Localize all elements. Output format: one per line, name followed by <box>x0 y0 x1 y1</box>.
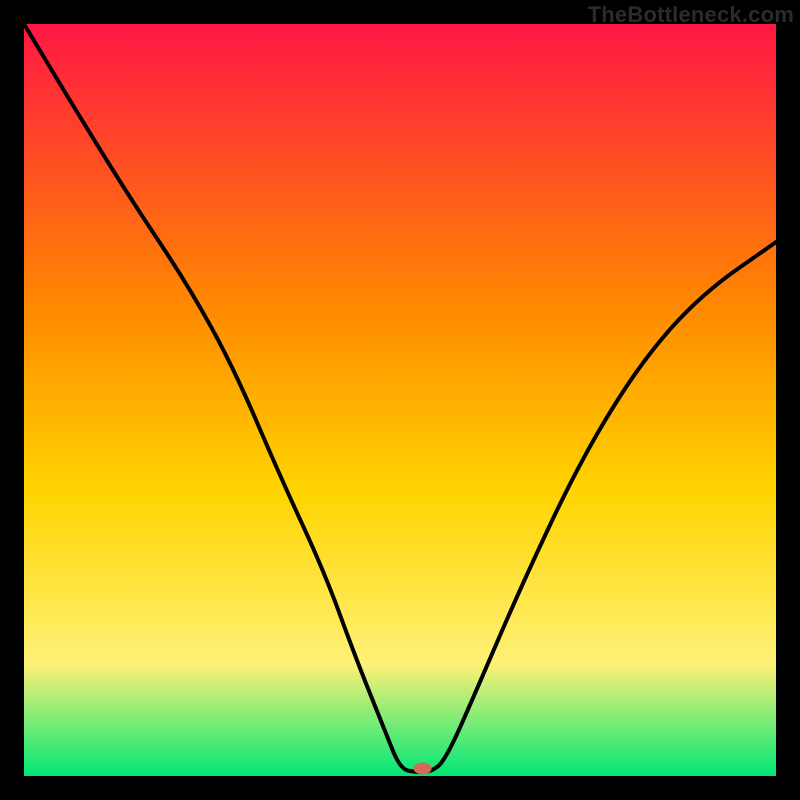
optimum-marker <box>414 763 432 775</box>
chart-frame: TheBottleneck.com <box>0 0 800 800</box>
gradient-background <box>24 24 776 776</box>
watermark-text: TheBottleneck.com <box>588 2 794 28</box>
plot-area <box>24 24 776 776</box>
chart-svg <box>24 24 776 776</box>
